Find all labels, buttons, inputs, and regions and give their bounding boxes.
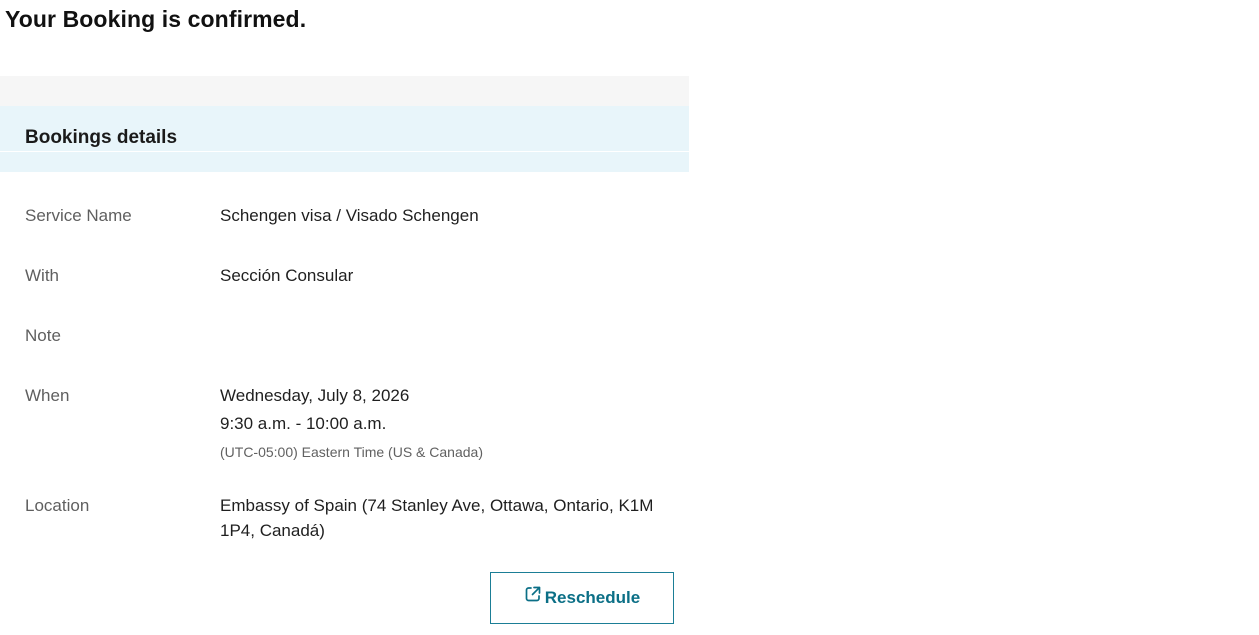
location-value: Embassy of Spain (74 Stanley Ave, Ottawa… [220,496,654,540]
reschedule-label: Reschedule [544,588,641,607]
location-label: Location [25,496,90,515]
service-name-value: Schengen visa / Visado Schengen [220,206,479,225]
service-name-label: Service Name [25,206,132,225]
note-label: Note [25,326,61,345]
appointment-time: 9:30 a.m. - 10:00 a.m. [220,414,387,433]
booking-details-title: Bookings details [25,127,178,148]
with-value: Sección Consular [220,266,354,285]
page-title: Your Booking is confirmed. [5,6,307,32]
reschedule-button[interactable]: Reschedule [490,572,674,624]
booking-details-card: Bookings details [0,76,689,635]
external-link-icon [524,585,542,603]
card-top-strip [0,76,689,106]
with-label: With [25,266,59,285]
header-divider [0,151,689,152]
appointment-date: Wednesday, July 8, 2026 [220,386,410,405]
when-label: When [25,386,70,405]
booking-details-header: Bookings details [0,106,689,172]
appointment-timezone: (UTC-05:00) Eastern Time (US & Canada) [220,444,483,460]
